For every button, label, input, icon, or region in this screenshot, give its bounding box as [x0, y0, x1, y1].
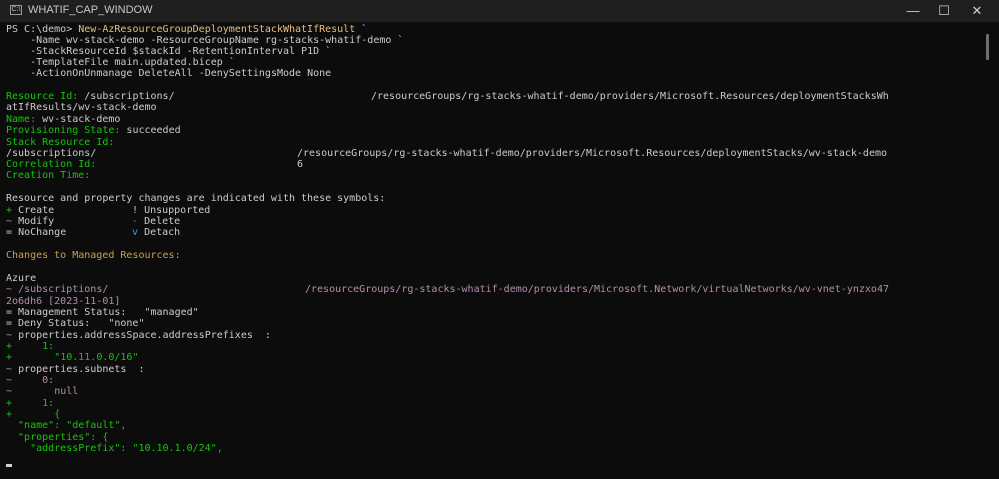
param-value: $stackId	[132, 46, 181, 57]
legend-detach: v Detach	[132, 227, 180, 239]
console-output[interactable]: PS C:\demo> New-AzResourceGroupDeploymen…	[0, 22, 999, 479]
terminal-icon: C:\	[10, 5, 22, 15]
prompt: PS C:\demo>	[6, 24, 73, 35]
param-value: DeleteAll	[138, 68, 193, 79]
name-label: Name:	[6, 114, 37, 125]
provisioning-state-value: succeeded	[126, 125, 181, 136]
param-template-file: -TemplateFile	[30, 57, 109, 68]
minimize-button[interactable]: —	[896, 0, 930, 22]
modify-symbol: ~	[6, 375, 13, 386]
deny-status-line: = Deny Status: "none"	[6, 318, 145, 329]
param-value: None	[307, 68, 332, 79]
param-value: main.updated.bicep	[114, 57, 223, 68]
create-label: Create	[18, 205, 55, 216]
delete-symbol: -	[132, 216, 139, 227]
window-titlebar: C:\ WHATIF_CAP_WINDOW — ☐ ✕	[0, 0, 999, 22]
modified-value-line: ~ null	[6, 386, 78, 398]
param-value: wv-stack-demo	[66, 35, 145, 46]
delete-label: Delete	[144, 216, 181, 227]
param-deny-settings-mode: -DenySettingsMode	[198, 68, 302, 79]
provisioning-state-label: Provisioning State:	[6, 125, 121, 136]
modify-label: Modify	[18, 216, 55, 227]
modify-symbol: ~	[6, 364, 13, 375]
added-object-open: {	[54, 409, 61, 420]
array-index: 1:	[42, 341, 55, 352]
creation-time-label: Creation Time:	[6, 170, 91, 181]
resource-id-wrap: atIfResults/wv-stack-demo	[6, 102, 157, 113]
array-index: 1:	[42, 398, 55, 409]
unsupported-symbol: !	[132, 205, 139, 216]
legend-heading: Resource and property changes are indica…	[6, 193, 386, 204]
property-path: properties.addressSpace.addressPrefixes …	[18, 330, 271, 341]
resource-id-value-start: /subscriptions/	[84, 91, 175, 102]
stack-resource-id-value-end: /resourceGroups/rg-stacks-whatif-demo/pr…	[297, 148, 888, 159]
create-symbol: +	[6, 409, 13, 420]
param-name: -Name	[30, 35, 61, 46]
line-continuation: `	[325, 46, 332, 57]
modified-value: null	[54, 386, 79, 397]
resource-id-value-end: /resourceGroups/rg-stacks-whatif-demo/pr…	[371, 91, 889, 102]
text-cursor	[6, 464, 12, 467]
changed-resource-id-end: /resourceGroups/rg-stacks-whatif-demo/pr…	[305, 284, 889, 295]
property-path: properties.subnets :	[18, 364, 145, 375]
create-symbol: +	[6, 352, 13, 363]
json-line-name: "name": "default",	[6, 420, 127, 431]
param-stack-resource-id: -StackResourceId	[30, 46, 127, 57]
added-value-line: + "10.11.0.0/16"	[6, 352, 138, 364]
nochange-symbol: =	[6, 227, 13, 238]
array-index: 0:	[42, 375, 55, 386]
json-line-address-prefix: "addressPrefix": "10.10.1.0/24",	[6, 443, 223, 454]
create-symbol: +	[6, 341, 13, 352]
line-continuation: `	[361, 24, 368, 35]
param-value: rg-stacks-whatif-demo	[264, 35, 392, 46]
modify-symbol: ~	[6, 330, 13, 341]
correlation-id-value: 6	[297, 159, 304, 170]
create-symbol: +	[6, 398, 13, 409]
line-continuation: `	[397, 35, 404, 46]
modify-symbol: ~	[6, 216, 13, 227]
window-title: WHATIF_CAP_WINDOW	[28, 4, 153, 16]
create-symbol: +	[6, 205, 13, 216]
resource-id-label: Resource Id:	[6, 91, 79, 102]
modify-symbol: ~	[6, 284, 13, 295]
param-value: P1D	[301, 46, 320, 57]
nochange-label: NoChange	[18, 227, 67, 238]
legend-nochange: = NoChange	[6, 227, 66, 239]
param-resource-group: -ResourceGroupName	[150, 35, 259, 46]
maximize-button[interactable]: ☐	[927, 0, 961, 22]
command-line-5: -ActionOnUnmanage DeleteAll -DenySetting…	[6, 68, 331, 80]
param-retention-interval: -RetentionInterval	[186, 46, 296, 57]
close-button[interactable]: ✕	[960, 0, 994, 22]
changed-resource-id: /subscriptions/	[18, 284, 109, 295]
detach-symbol: v	[132, 227, 139, 238]
detach-label: Detach	[144, 227, 181, 238]
name-value: wv-stack-demo	[42, 114, 121, 125]
changes-heading: Changes to Managed Resources:	[6, 250, 181, 261]
provisioning-state-line: Provisioning State: succeeded	[6, 125, 181, 137]
unsupported-label: Unsupported	[144, 205, 211, 216]
changed-resource-start: ~ /subscriptions/	[6, 284, 108, 296]
param-action-on-unmanage: -ActionOnUnmanage	[30, 68, 133, 79]
cmdlet: New-AzResourceGroupDeploymentStackWhatIf…	[78, 24, 356, 35]
line-continuation: `	[228, 57, 235, 68]
added-value: "10.11.0.0/16"	[54, 352, 139, 363]
scrollbar-thumb[interactable]	[986, 34, 989, 60]
modify-symbol: ~	[6, 386, 13, 397]
